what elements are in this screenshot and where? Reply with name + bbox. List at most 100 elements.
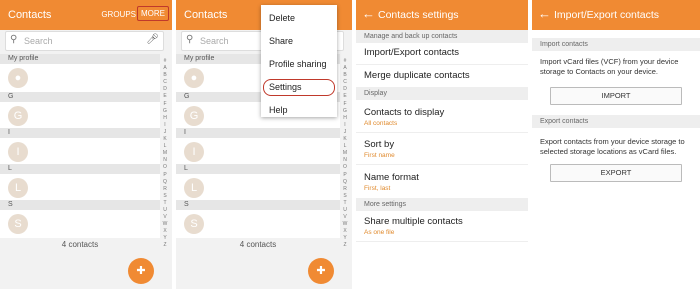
alphabet-index-letter[interactable]: Z <box>161 242 169 249</box>
alphabet-index-letter[interactable]: Q <box>161 179 169 186</box>
menu-item-profile-sharing[interactable]: Profile sharing <box>269 59 327 69</box>
alphabet-index-letter[interactable]: # <box>341 58 349 65</box>
alphabet-index-letter[interactable]: E <box>341 93 349 100</box>
menu-item-share[interactable]: Share <box>269 36 293 46</box>
alphabet-index-letter[interactable]: B <box>341 72 349 79</box>
alphabet-index-letter[interactable]: Z <box>341 242 349 249</box>
alphabet-index-letter[interactable]: M <box>161 150 169 157</box>
alphabet-index-letter[interactable]: X <box>161 228 169 235</box>
contact-row[interactable]: S <box>0 210 160 238</box>
contact-count: 4 contacts <box>61 240 99 249</box>
alphabet-index-letter[interactable]: F <box>341 101 349 108</box>
menu-item-help[interactable]: Help <box>269 105 288 115</box>
section-header: S <box>176 200 340 210</box>
alphabet-index-letter[interactable]: U <box>341 207 349 214</box>
more-button[interactable]: MORE <box>137 6 169 21</box>
alphabet-index-letter[interactable]: L <box>161 143 169 150</box>
import-export-item[interactable]: Import/Export contacts <box>364 47 459 58</box>
add-person-icon: ✚ <box>316 265 326 277</box>
alphabet-index-letter[interactable]: J <box>161 129 169 136</box>
alphabet-index-letter[interactable]: C <box>341 79 349 86</box>
alphabet-index-letter[interactable]: D <box>161 86 169 93</box>
alphabet-index-letter[interactable]: P <box>341 172 349 179</box>
alphabet-index-letter[interactable]: O <box>161 164 169 171</box>
alphabet-index-letter[interactable]: K <box>161 136 169 143</box>
import-export-screen: ← Import/Export contacts Import contacts… <box>532 0 700 289</box>
alphabet-index-letter[interactable]: D <box>341 86 349 93</box>
alphabet-index-letter[interactable]: Y <box>341 235 349 242</box>
sort-by-item[interactable]: Sort by <box>364 139 394 150</box>
alphabet-index-letter[interactable]: N <box>161 157 169 164</box>
contact-row[interactable]: I <box>176 138 340 166</box>
alphabet-index-letter[interactable]: Q <box>341 179 349 186</box>
share-multiple-item[interactable]: Share multiple contacts <box>364 216 463 227</box>
search-icon: ⚲ <box>10 34 18 45</box>
alphabet-index-letter[interactable]: W <box>161 221 169 228</box>
alphabet-index[interactable]: # A B C D E F G H I J K L M N O P Q R S T U V W X Y Z <box>341 58 349 250</box>
export-button[interactable]: EXPORT <box>550 164 682 182</box>
contacts-settings-screen: ← Contacts settings Manage and back up c… <box>356 0 528 289</box>
alphabet-index-letter[interactable]: E <box>161 93 169 100</box>
avatar: S <box>8 214 28 234</box>
alphabet-index-letter[interactable]: R <box>161 186 169 193</box>
alphabet-index-letter[interactable]: A <box>161 65 169 72</box>
contact-row[interactable]: ● <box>0 64 160 92</box>
alphabet-index-letter[interactable]: R <box>341 186 349 193</box>
import-description: Import vCard files (VCF) from your devic… <box>540 57 679 76</box>
search-input[interactable]: ⚲ Search 🎤︎ <box>5 31 164 51</box>
overflow-menu: Delete Share Profile sharing Settings He… <box>261 5 337 117</box>
alphabet-index-letter[interactable]: O <box>341 164 349 171</box>
alphabet-index-letter[interactable]: A <box>341 65 349 72</box>
merge-duplicates-item[interactable]: Merge duplicate contacts <box>364 70 470 81</box>
alphabet-index-letter[interactable]: C <box>161 79 169 86</box>
avatar: G <box>8 106 28 126</box>
alphabet-index-letter[interactable]: S <box>341 193 349 200</box>
alphabet-index-letter[interactable]: B <box>161 72 169 79</box>
alphabet-index-letter[interactable]: K <box>341 136 349 143</box>
microphone-icon[interactable]: 🎤︎ <box>146 34 159 45</box>
import-button[interactable]: IMPORT <box>550 87 682 105</box>
alphabet-index-letter[interactable]: I <box>161 122 169 129</box>
alphabet-index-letter[interactable]: I <box>341 122 349 129</box>
add-contact-button[interactable]: ✚ <box>128 258 154 284</box>
section-header: L <box>176 164 340 174</box>
alphabet-index-letter[interactable]: S <box>161 193 169 200</box>
groups-button[interactable]: GROUPS <box>101 10 136 19</box>
contact-row[interactable]: L <box>0 174 160 202</box>
back-arrow-icon[interactable]: ← <box>362 6 375 21</box>
screen-title: Contacts settings <box>378 9 459 21</box>
alphabet-index-letter[interactable]: G <box>161 108 169 115</box>
alphabet-index[interactable]: # A B C D E F G H I J K L M N O P Q R S T U V W X Y Z <box>161 58 169 250</box>
alphabet-index-letter[interactable]: V <box>341 214 349 221</box>
contacts-to-display-item[interactable]: Contacts to display <box>364 107 444 118</box>
export-description: Export contacts from your device storage… <box>540 137 685 156</box>
name-format-item[interactable]: Name format <box>364 172 419 183</box>
alphabet-index-letter[interactable]: N <box>341 157 349 164</box>
alphabet-index-letter[interactable]: V <box>161 214 169 221</box>
alphabet-index-letter[interactable]: M <box>341 150 349 157</box>
app-bar: Contacts GROUPS MORE <box>0 0 172 30</box>
alphabet-index-letter[interactable]: H <box>341 115 349 122</box>
alphabet-index-letter[interactable]: X <box>341 228 349 235</box>
section-header: More settings <box>356 198 528 211</box>
contact-row[interactable]: G <box>0 102 160 130</box>
alphabet-index-letter[interactable]: Y <box>161 235 169 242</box>
contact-row[interactable]: L <box>176 174 340 202</box>
avatar: ● <box>184 68 204 88</box>
alphabet-index-letter[interactable]: J <box>341 129 349 136</box>
alphabet-index-letter[interactable]: # <box>161 58 169 65</box>
alphabet-index-letter[interactable]: T <box>161 200 169 207</box>
alphabet-index-letter[interactable]: G <box>341 108 349 115</box>
alphabet-index-letter[interactable]: U <box>161 207 169 214</box>
menu-item-delete[interactable]: Delete <box>269 13 295 23</box>
add-contact-button[interactable]: ✚ <box>308 258 334 284</box>
contact-row[interactable]: S <box>176 210 340 238</box>
alphabet-index-letter[interactable]: F <box>161 101 169 108</box>
alphabet-index-letter[interactable]: T <box>341 200 349 207</box>
back-arrow-icon[interactable]: ← <box>538 6 551 21</box>
alphabet-index-letter[interactable]: L <box>341 143 349 150</box>
contact-row[interactable]: I <box>0 138 160 166</box>
alphabet-index-letter[interactable]: H <box>161 115 169 122</box>
alphabet-index-letter[interactable]: W <box>341 221 349 228</box>
alphabet-index-letter[interactable]: P <box>161 172 169 179</box>
